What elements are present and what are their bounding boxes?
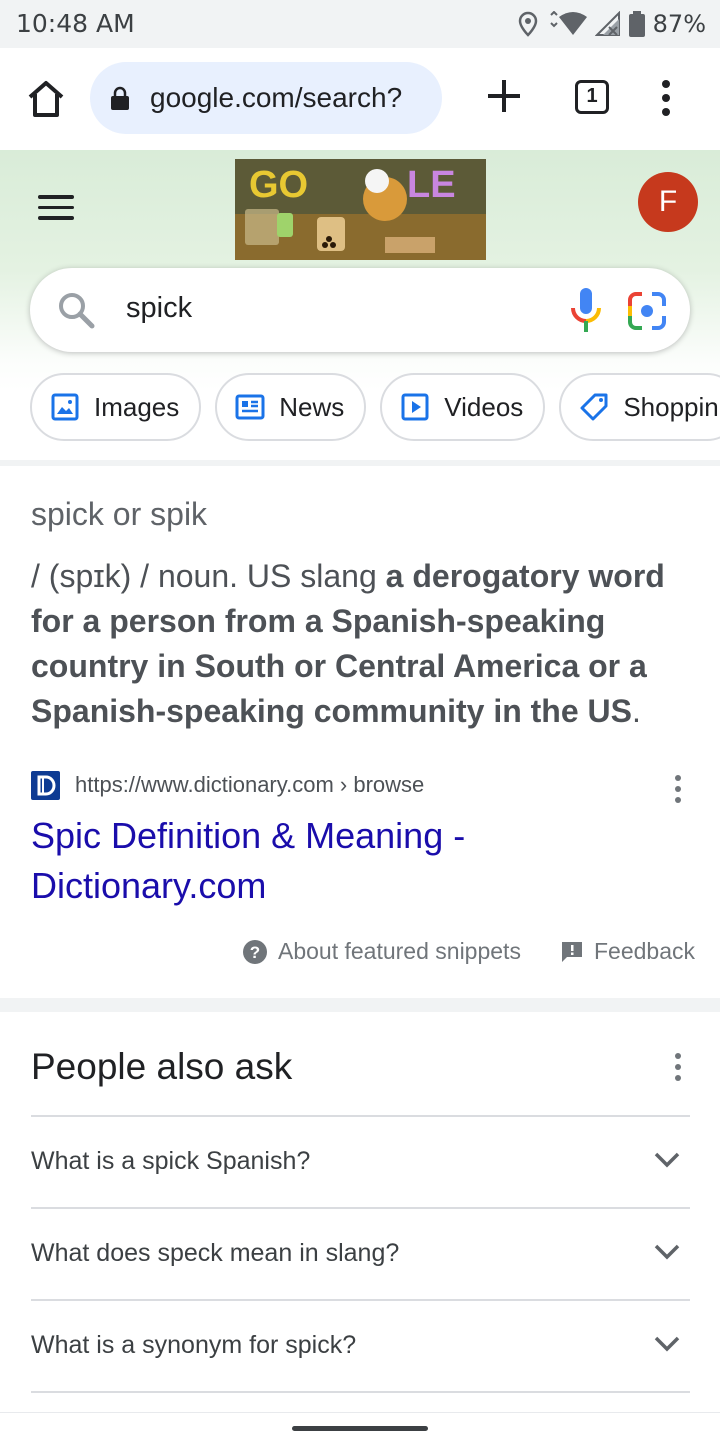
lock-icon	[111, 86, 129, 110]
chevron-down-icon	[654, 1336, 680, 1352]
svg-text:GO: GO	[249, 164, 308, 206]
chip-videos[interactable]: Videos	[380, 373, 546, 441]
status-time: 10:48 AM	[16, 9, 135, 38]
about-featured-snippets[interactable]: ? About featured snippets	[242, 938, 521, 965]
tag-icon	[580, 393, 608, 421]
gesture-nav-bar	[0, 1412, 720, 1440]
site-favicon	[31, 771, 60, 800]
image-icon	[51, 393, 79, 421]
search-header: GO LE F spick Images News Videos Shoppin	[0, 150, 720, 460]
featured-snippet: spick or spik / (spɪk) / noun. US slang …	[0, 466, 720, 998]
chevron-down-icon	[654, 1244, 680, 1260]
result-title-link[interactable]: Spic Definition & Meaning - Dictionary.c…	[31, 811, 591, 911]
svg-text:LE: LE	[407, 164, 456, 206]
chip-images[interactable]: Images	[30, 373, 202, 441]
search-icon	[59, 293, 95, 329]
chip-shopping[interactable]: Shoppin	[559, 373, 720, 441]
hamburger-menu-icon[interactable]	[38, 195, 74, 221]
chip-label: News	[279, 391, 345, 422]
people-also-ask: People also ask What is a spick Spanish?…	[0, 1012, 720, 1412]
paa-question-text: What is a synonym for spick?	[31, 1331, 357, 1359]
result-options-icon[interactable]	[672, 774, 684, 804]
snippet-headword: spick or spik	[31, 496, 208, 532]
paa-options-icon[interactable]	[672, 1052, 684, 1082]
microphone-icon[interactable]	[568, 286, 604, 334]
paa-question[interactable]: What is a spick Spanish?	[31, 1115, 690, 1207]
definition-prefix: / (spɪk) / noun. US slang	[31, 558, 386, 594]
source-url[interactable]: https://www.dictionary.com › browse	[75, 772, 424, 798]
chip-label: Shoppin	[623, 391, 719, 422]
news-icon	[235, 394, 265, 420]
chip-news[interactable]: News	[215, 373, 367, 441]
home-gesture-handle[interactable]	[292, 1426, 428, 1431]
status-bar: 10:48 AM 87%	[0, 0, 720, 48]
chevron-down-icon	[654, 1152, 680, 1168]
new-tab-icon[interactable]	[484, 76, 524, 116]
about-label: About featured snippets	[278, 938, 521, 964]
google-doodle[interactable]: GO LE	[235, 159, 486, 260]
paa-question-text: What is a spick Spanish?	[31, 1147, 311, 1175]
signal-icon	[594, 11, 620, 36]
paa-question-text: What does speck mean in slang?	[31, 1239, 400, 1267]
chip-label: Videos	[444, 391, 524, 422]
address-url: google.com/search?	[150, 82, 403, 113]
svg-text:?: ?	[250, 943, 260, 962]
help-icon: ?	[243, 939, 267, 964]
search-filter-chips: Images News Videos Shoppin	[30, 373, 720, 441]
more-menu-icon[interactable]	[658, 78, 674, 118]
paa-list: What is a spick Spanish? What does speck…	[31, 1115, 690, 1401]
snippet-definition: / (spɪk) / noun. US slang a derogatory w…	[31, 554, 697, 734]
address-bar[interactable]: google.com/search?	[90, 62, 442, 134]
section-divider	[0, 998, 720, 1012]
wifi-icon	[549, 11, 587, 35]
google-lens-icon[interactable]	[626, 290, 668, 332]
feedback-label: Feedback	[594, 938, 696, 964]
paa-heading: People also ask	[31, 1046, 293, 1087]
video-icon	[401, 393, 429, 421]
search-bar[interactable]: spick	[30, 268, 690, 352]
feedback-icon	[562, 941, 582, 962]
tab-switcher-button[interactable]: 1	[575, 80, 609, 114]
status-icons: 87%	[517, 8, 706, 40]
feedback-link[interactable]: Feedback	[560, 938, 695, 965]
chip-label: Images	[94, 391, 180, 422]
paa-question[interactable]: What is a synonym for spick?	[31, 1299, 690, 1391]
battery-percent: 87%	[652, 10, 706, 38]
search-query[interactable]: spick	[126, 292, 192, 325]
battery-icon	[628, 11, 645, 37]
browser-toolbar: google.com/search? 1	[0, 48, 720, 150]
paa-list-end	[31, 1391, 690, 1401]
paa-question[interactable]: What does speck mean in slang?	[31, 1207, 690, 1299]
account-avatar[interactable]: F	[638, 172, 698, 232]
screen: 10:48 AM 87% google.com/search? 1 GO LE	[0, 0, 720, 1440]
definition-suffix: .	[631, 693, 641, 729]
location-icon	[518, 11, 537, 37]
home-icon[interactable]	[22, 79, 70, 119]
